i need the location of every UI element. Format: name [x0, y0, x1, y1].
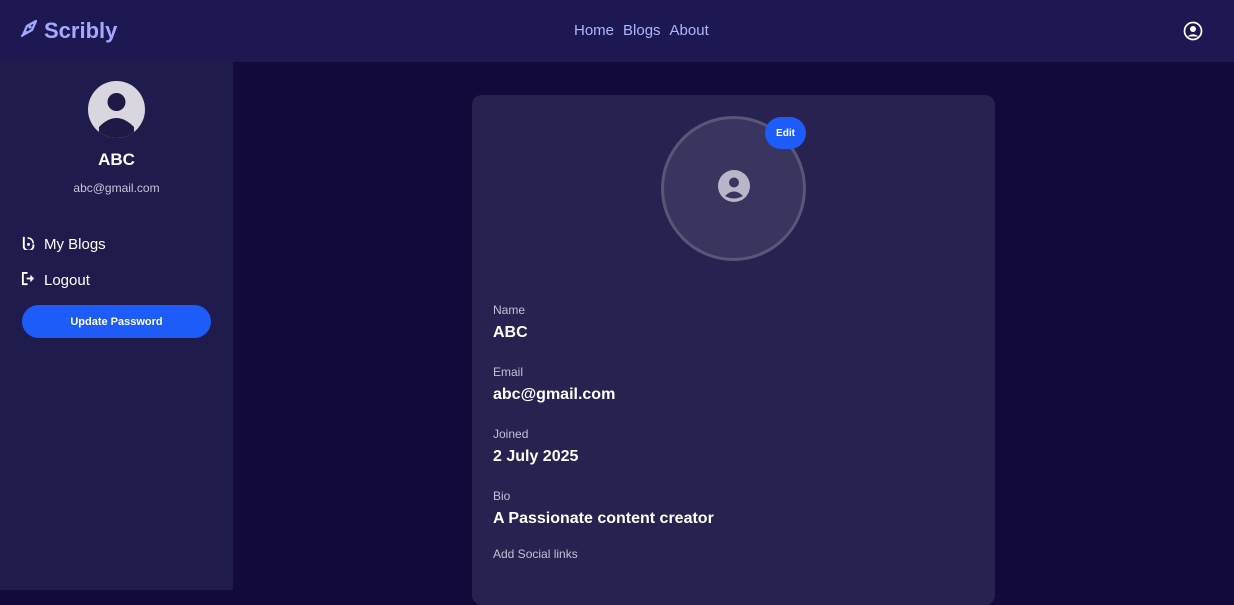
field-label-email: Email — [493, 365, 524, 379]
avatar — [88, 81, 145, 138]
sidebar-item-my-blogs[interactable]: My Blogs — [21, 235, 106, 254]
nav-link-blogs[interactable]: Blogs — [623, 22, 661, 39]
user-circle-icon[interactable] — [1183, 21, 1203, 41]
profile-sidebar: ABC abc@gmail.com My Blogs Logout Update… — [0, 62, 233, 590]
nav-link-home[interactable]: Home — [574, 22, 614, 39]
profile-card: Edit Name ABC Email abc@gmail.com Joined… — [472, 95, 995, 605]
user-circle-icon — [717, 170, 750, 207]
nav-link-about[interactable]: About — [670, 22, 709, 39]
logout-icon — [21, 271, 36, 290]
brand-logo[interactable]: Scribly — [20, 18, 117, 44]
field-label-bio: Bio — [493, 489, 511, 503]
update-password-button[interactable]: Update Password — [22, 305, 211, 338]
pen-nib-icon — [20, 18, 40, 44]
add-social-links[interactable]: Add Social links — [493, 547, 578, 561]
top-navbar: Scribly Home Blogs About — [0, 0, 1234, 62]
brand-name: Scribly — [44, 18, 118, 43]
field-value-joined: 2 July 2025 — [493, 448, 579, 465]
field-value-email: abc@gmail.com — [493, 386, 616, 403]
sidebar-user-name: ABC — [98, 150, 135, 169]
sidebar-item-logout[interactable]: Logout — [21, 271, 90, 290]
field-label-name: Name — [493, 303, 526, 317]
field-value-name: ABC — [493, 324, 528, 341]
sidebar-item-label: My Blogs — [44, 236, 106, 253]
field-value-bio: A Passionate content creator — [493, 510, 714, 527]
main-nav: Home Blogs About — [574, 22, 709, 39]
blog-icon — [21, 235, 36, 254]
field-label-joined: Joined — [493, 427, 529, 441]
sidebar-user-email: abc@gmail.com — [73, 181, 160, 195]
sidebar-item-label: Logout — [44, 272, 90, 289]
edit-avatar-button[interactable]: Edit — [765, 117, 806, 149]
